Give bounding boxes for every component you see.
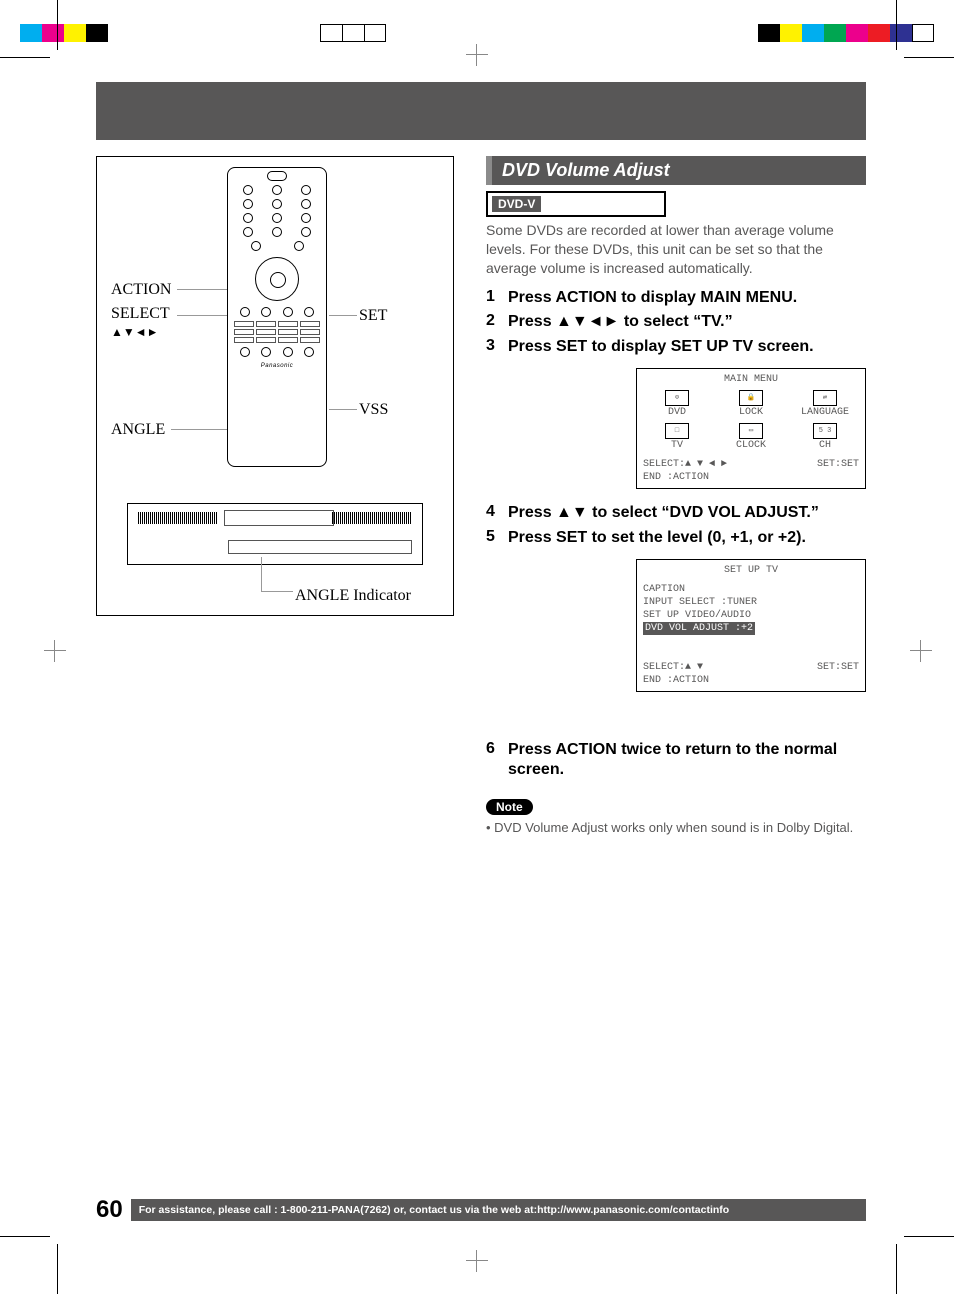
ch-icon: 5 3 (813, 423, 837, 439)
osd-footer-left: SELECT:▲ ▼ (643, 661, 703, 674)
step-number: 1 (486, 288, 508, 309)
page: Panasonic ACTION SELECT ▲▼◄► SET VSS ANG… (0, 0, 954, 1294)
osd-line: INPUT SELECT :TUNER (643, 596, 859, 609)
crop-mark (896, 0, 897, 50)
osd-footer-left: SELECT:▲ ▼ ◄ ► (643, 458, 727, 471)
dvd-v-badge: DVD-V (492, 196, 541, 212)
language-icon: ⇄ (813, 390, 837, 406)
crop-mark (0, 57, 50, 58)
content: Panasonic ACTION SELECT ▲▼◄► SET VSS ANG… (96, 156, 866, 835)
clock-icon: ▭ (739, 423, 763, 439)
right-column: DVD Volume Adjust DVD-V Some DVDs are re… (486, 156, 866, 835)
remote-diagram: Panasonic ACTION SELECT ▲▼◄► SET VSS ANG… (96, 156, 454, 616)
section-title: DVD Volume Adjust (486, 156, 866, 185)
callout-vss: VSS (359, 401, 388, 419)
intro-paragraph: Some DVDs are recorded at lower than ave… (486, 221, 866, 278)
registration-bars (0, 24, 954, 42)
device-front (127, 503, 423, 565)
badge-box: DVD-V (486, 191, 666, 217)
step-3: 3 Press SET to display SET UP TV screen. (486, 337, 866, 358)
osd-item: CLOCK (736, 440, 766, 451)
callout-action: ACTION (111, 281, 171, 299)
header-band (96, 82, 866, 140)
step-text: Press ▲▼◄► to select “TV.” (508, 312, 866, 333)
osd-footer-end: END :ACTION (643, 471, 859, 484)
osd-item: LOCK (739, 407, 763, 418)
reg-right (758, 24, 934, 42)
page-footer: 60 For assistance, please call : 1-800-2… (96, 1196, 866, 1224)
osd-title: MAIN MENU (643, 373, 859, 386)
note-label: Note (486, 799, 533, 815)
osd-footer-right: SET:SET (817, 458, 859, 471)
osd-line: SET UP VIDEO/AUDIO (643, 609, 859, 622)
osd-main-menu: MAIN MENU ⊙DVD 🔒LOCK ⇄LANGUAGE □TV ▭CLOC… (636, 368, 866, 489)
callout-angle: ANGLE (111, 421, 165, 439)
remote-body: Panasonic (227, 167, 327, 467)
assistance-bar: For assistance, please call : 1-800-211-… (131, 1199, 866, 1221)
callout-line (261, 557, 262, 591)
osd-item: TV (671, 440, 683, 451)
left-column: Panasonic ACTION SELECT ▲▼◄► SET VSS ANG… (96, 156, 454, 616)
step-text: Press SET to set the level (0, +1, or +2… (508, 528, 866, 549)
callout-line (329, 409, 357, 410)
step-text: Press ACTION to display MAIN MENU. (508, 288, 866, 309)
step-text: Press ▲▼ to select “DVD VOL ADJUST.” (508, 503, 866, 524)
step-number: 4 (486, 503, 508, 524)
crop-mark (904, 1236, 954, 1237)
step-2: 2 Press ▲▼◄► to select “TV.” (486, 312, 866, 333)
step-text: Press SET to display SET UP TV screen. (508, 337, 866, 358)
note-text: • DVD Volume Adjust works only when soun… (486, 820, 866, 835)
step-6: 6 Press ACTION twice to return to the no… (486, 740, 866, 782)
osd-item: LANGUAGE (801, 407, 849, 418)
note-body: DVD Volume Adjust works only when sound … (494, 820, 853, 835)
crop-mark (0, 1236, 50, 1237)
step-5: 5 Press SET to set the level (0, +1, or … (486, 528, 866, 549)
callout-select-label: SELECT (111, 305, 170, 322)
remote-brand: Panasonic (228, 363, 326, 369)
reg-mid (320, 24, 386, 42)
step-number: 3 (486, 337, 508, 358)
step-4: 4 Press ▲▼ to select “DVD VOL ADJUST.” (486, 503, 866, 524)
callout-line (177, 289, 227, 290)
step-number: 6 (486, 740, 508, 782)
step-number: 5 (486, 528, 508, 549)
dvd-icon: ⊙ (665, 390, 689, 406)
osd-title: SET UP TV (643, 564, 859, 577)
osd-setup-tv: SET UP TV CAPTION INPUT SELECT :TUNER SE… (636, 559, 866, 692)
dpad-icon (255, 257, 299, 301)
step-text: Press ACTION twice to return to the norm… (508, 740, 866, 782)
callout-set: SET (359, 307, 387, 325)
callout-select: SELECT ▲▼◄► (111, 305, 170, 341)
osd-footer-end: END :ACTION (643, 674, 859, 687)
step-1: 1 Press ACTION to display MAIN MENU. (486, 288, 866, 309)
osd-footer-right: SET:SET (817, 661, 859, 674)
crop-mark (57, 0, 58, 50)
osd-highlighted-line: DVD VOL ADJUST :+2 (643, 622, 755, 635)
crop-mark (904, 57, 954, 58)
lock-icon: 🔒 (739, 390, 763, 406)
crop-mark (57, 1244, 58, 1294)
reg-left (20, 24, 108, 42)
step-number: 2 (486, 312, 508, 333)
callout-line (171, 429, 227, 430)
callout-line (177, 315, 227, 316)
callout-line (329, 315, 357, 316)
crop-mark (896, 1244, 897, 1294)
osd-line: CAPTION (643, 583, 859, 596)
osd-item: DVD (668, 407, 686, 418)
page-number: 60 (96, 1196, 123, 1224)
callout-line (261, 591, 293, 592)
osd-item: CH (819, 440, 831, 451)
tv-icon: □ (665, 423, 689, 439)
callout-angle-indicator: ANGLE Indicator (295, 587, 411, 605)
callout-select-arrows: ▲▼◄► (111, 325, 159, 339)
